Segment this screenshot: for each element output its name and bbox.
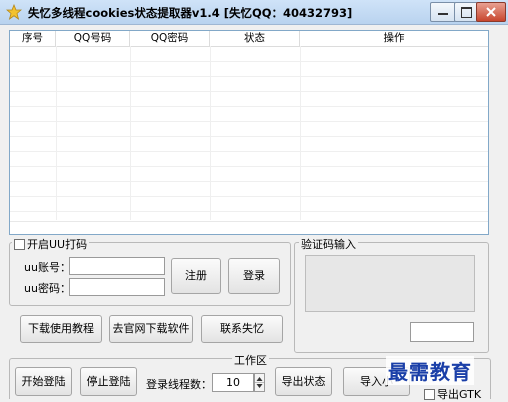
export-status-button[interactable]: 导出状态 bbox=[275, 367, 332, 396]
minimize-button[interactable] bbox=[430, 2, 456, 22]
grid-line bbox=[10, 211, 488, 212]
uu-login-legend: 开启UU打码 bbox=[12, 236, 90, 252]
grid-line bbox=[10, 91, 488, 92]
stop-login-button[interactable]: 停止登陆 bbox=[80, 367, 137, 396]
grid-line bbox=[10, 166, 488, 167]
chevron-up-icon[interactable] bbox=[256, 377, 263, 381]
captcha-legend: 验证码输入 bbox=[299, 236, 358, 252]
close-button[interactable] bbox=[476, 2, 506, 22]
grid-line bbox=[10, 196, 488, 197]
grid-line bbox=[10, 136, 488, 137]
account-table[interactable]: 序号 QQ号码 QQ密码 状态 操作 bbox=[9, 30, 489, 235]
download-tutorial-button[interactable]: 下载使用教程 bbox=[20, 315, 102, 343]
export-gtk-option[interactable]: 导出GTK bbox=[424, 386, 481, 402]
contact-button[interactable]: 联系失忆 bbox=[201, 315, 283, 343]
work-area-legend: 工作区 bbox=[232, 352, 269, 368]
table-header: 序号 QQ号码 QQ密码 状态 操作 bbox=[10, 31, 488, 47]
close-icon bbox=[486, 7, 496, 17]
captcha-image bbox=[305, 255, 475, 312]
grid-line bbox=[300, 46, 301, 220]
thread-count-label: 登录线程数： bbox=[146, 378, 212, 391]
horizontal-scrollbar[interactable] bbox=[10, 221, 488, 234]
column-header-status[interactable]: 状态 bbox=[210, 31, 300, 46]
uu-password-label: uu密码： bbox=[24, 282, 71, 295]
grid-line bbox=[56, 46, 57, 220]
grid-line bbox=[10, 121, 488, 122]
thread-count-stepper[interactable] bbox=[254, 373, 265, 392]
grid-line bbox=[130, 46, 131, 220]
download-software-button[interactable]: 去官网下载软件 bbox=[109, 315, 193, 343]
uu-password-input[interactable] bbox=[69, 278, 165, 296]
column-header-index[interactable]: 序号 bbox=[10, 31, 56, 46]
column-header-qq-password[interactable]: QQ密码 bbox=[130, 31, 210, 46]
column-header-qq-number[interactable]: QQ号码 bbox=[56, 31, 130, 46]
grid-line bbox=[10, 151, 488, 152]
minimize-icon bbox=[438, 13, 448, 15]
maximize-icon bbox=[461, 7, 472, 18]
chevron-down-icon[interactable] bbox=[256, 384, 263, 388]
column-header-action[interactable]: 操作 bbox=[300, 31, 488, 46]
enable-uu-label: 开启UU打码 bbox=[27, 238, 88, 251]
grid-line bbox=[10, 181, 488, 182]
maximize-button[interactable] bbox=[454, 2, 478, 22]
start-login-button[interactable]: 开始登陆 bbox=[15, 367, 72, 396]
enable-uu-checkbox[interactable] bbox=[14, 239, 25, 250]
grid-line bbox=[10, 76, 488, 77]
register-button[interactable]: 注册 bbox=[171, 258, 221, 294]
uu-account-input[interactable] bbox=[69, 257, 165, 275]
title-bar: 失忆多线程cookies状态提取器v1.4 [失忆QQ：40432793] bbox=[0, 0, 508, 25]
window-title: 失忆多线程cookies状态提取器v1.4 [失忆QQ：40432793] bbox=[28, 6, 353, 20]
uu-account-label: uu账号： bbox=[24, 261, 71, 274]
export-gtk-label: 导出GTK bbox=[437, 388, 482, 401]
grid-line bbox=[10, 106, 488, 107]
captcha-input[interactable] bbox=[410, 322, 474, 342]
watermark-text: 最需教育 bbox=[386, 356, 474, 385]
grid-line bbox=[10, 61, 488, 62]
login-button[interactable]: 登录 bbox=[228, 258, 280, 294]
thread-count-input[interactable] bbox=[212, 373, 254, 392]
grid-line bbox=[210, 46, 211, 220]
star-icon bbox=[6, 4, 22, 20]
export-gtk-checkbox[interactable] bbox=[424, 389, 435, 400]
